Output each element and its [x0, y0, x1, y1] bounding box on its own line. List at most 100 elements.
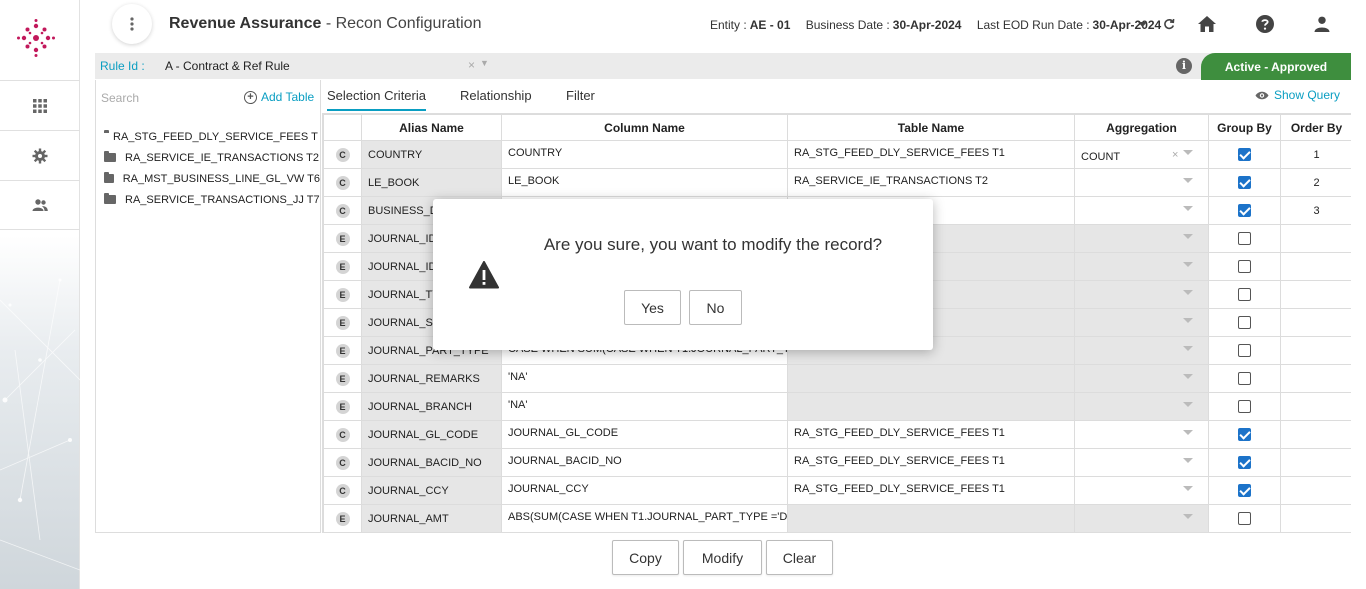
- aggregation-dropdown-icon[interactable]: [1183, 234, 1193, 239]
- aggregation-select[interactable]: [1074, 504, 1209, 532]
- order-by-cell[interactable]: [1280, 392, 1351, 421]
- rule-clear-icon[interactable]: ×: [468, 58, 475, 72]
- aggregation-select[interactable]: COUNT ×: [1074, 140, 1209, 169]
- aggregation-select[interactable]: [1074, 420, 1209, 449]
- table-tree-item[interactable]: RA_SERVICE_IE_TRANSACTIONS T2: [104, 147, 320, 168]
- aggregation-select[interactable]: [1074, 224, 1209, 253]
- settings-nav-button[interactable]: [0, 130, 80, 180]
- order-by-cell[interactable]: [1280, 420, 1351, 449]
- user-profile-button[interactable]: [1311, 13, 1333, 35]
- table-name-cell[interactable]: RA_SERVICE_IE_TRANSACTIONS T2: [787, 168, 1075, 197]
- alias-name-cell[interactable]: JOURNAL_CCY: [361, 476, 502, 505]
- copy-button[interactable]: Copy: [612, 540, 679, 575]
- group-by-checkbox[interactable]: [1238, 400, 1251, 413]
- alias-name-cell[interactable]: JOURNAL_BACID_NO: [361, 448, 502, 477]
- group-by-checkbox[interactable]: [1238, 372, 1251, 385]
- aggregation-dropdown-icon[interactable]: [1183, 458, 1193, 463]
- group-by-checkbox[interactable]: [1238, 512, 1251, 525]
- aggregation-dropdown-icon[interactable]: [1183, 262, 1193, 267]
- group-by-checkbox[interactable]: [1238, 176, 1251, 189]
- alias-name-cell[interactable]: JOURNAL_AMT: [361, 504, 502, 532]
- aggregation-dropdown-icon[interactable]: [1183, 178, 1193, 183]
- column-name-cell[interactable]: ABS(SUM(CASE WHEN T1.JOURNAL_PART_TYPE =…: [501, 504, 788, 532]
- aggregation-select[interactable]: [1074, 448, 1209, 477]
- alias-name-cell[interactable]: COUNTRY: [361, 140, 502, 169]
- table-name-cell[interactable]: RA_STG_FEED_DLY_SERVICE_FEES T1: [787, 420, 1075, 449]
- order-by-cell[interactable]: [1280, 308, 1351, 337]
- order-by-cell[interactable]: [1280, 224, 1351, 253]
- aggregation-dropdown-icon[interactable]: [1183, 514, 1193, 519]
- group-by-checkbox[interactable]: [1238, 316, 1251, 329]
- column-name-cell[interactable]: 'NA': [501, 364, 788, 393]
- alias-name-cell[interactable]: JOURNAL_GL_CODE: [361, 420, 502, 449]
- order-by-cell[interactable]: [1280, 252, 1351, 281]
- order-by-cell[interactable]: [1280, 448, 1351, 477]
- aggregation-select[interactable]: [1074, 476, 1209, 505]
- group-by-checkbox[interactable]: [1238, 484, 1251, 497]
- column-name-cell[interactable]: LE_BOOK: [501, 168, 788, 197]
- aggregation-select[interactable]: [1074, 364, 1209, 393]
- tab-relationship[interactable]: Relationship: [460, 88, 532, 103]
- order-by-cell[interactable]: [1280, 504, 1351, 532]
- more-menu-button[interactable]: [112, 4, 152, 44]
- aggregation-select[interactable]: [1074, 308, 1209, 337]
- confirm-no-button[interactable]: No: [689, 290, 742, 325]
- date-dropdown-button[interactable]: [1131, 13, 1153, 35]
- table-name-cell[interactable]: [787, 392, 1075, 421]
- home-button[interactable]: [1196, 13, 1218, 35]
- group-by-checkbox[interactable]: [1238, 204, 1251, 217]
- column-name-cell[interactable]: COUNTRY: [501, 140, 788, 169]
- table-search-input[interactable]: Search: [101, 91, 139, 105]
- table-name-cell[interactable]: RA_STG_FEED_DLY_SERVICE_FEES T1: [787, 140, 1075, 169]
- group-by-checkbox[interactable]: [1238, 260, 1251, 273]
- aggregation-dropdown-icon[interactable]: [1183, 374, 1193, 379]
- show-query-link[interactable]: Show Query: [1255, 88, 1340, 102]
- clear-button[interactable]: Clear: [766, 540, 833, 575]
- aggregation-dropdown-icon[interactable]: [1183, 486, 1193, 491]
- confirm-yes-button[interactable]: Yes: [624, 290, 681, 325]
- aggregation-select[interactable]: [1074, 168, 1209, 197]
- aggregation-dropdown-icon[interactable]: [1183, 346, 1193, 351]
- help-button[interactable]: [1254, 13, 1276, 35]
- table-tree-item[interactable]: RA_SERVICE_TRANSACTIONS_JJ T7: [104, 189, 320, 210]
- table-name-cell[interactable]: [787, 364, 1075, 393]
- aggregation-dropdown-icon[interactable]: [1183, 150, 1193, 155]
- alias-name-cell[interactable]: LE_BOOK: [361, 168, 502, 197]
- order-by-cell[interactable]: [1280, 280, 1351, 309]
- column-name-cell[interactable]: 'NA': [501, 392, 788, 421]
- order-by-cell[interactable]: 1: [1280, 140, 1351, 169]
- group-by-checkbox[interactable]: [1238, 288, 1251, 301]
- order-by-cell[interactable]: 3: [1280, 196, 1351, 225]
- alias-name-cell[interactable]: JOURNAL_REMARKS: [361, 364, 502, 393]
- users-nav-button[interactable]: [0, 180, 80, 230]
- aggregation-dropdown-icon[interactable]: [1183, 290, 1193, 295]
- rule-dropdown-icon[interactable]: ▼: [480, 58, 489, 68]
- group-by-checkbox[interactable]: [1238, 344, 1251, 357]
- add-table-button[interactable]: + Add Table: [244, 90, 314, 104]
- tab-selection-criteria[interactable]: Selection Criteria: [327, 88, 426, 111]
- table-name-cell[interactable]: RA_STG_FEED_DLY_SERVICE_FEES T1: [787, 448, 1075, 477]
- apps-grid-button[interactable]: [0, 80, 80, 130]
- column-name-cell[interactable]: JOURNAL_CCY: [501, 476, 788, 505]
- order-by-cell[interactable]: [1280, 364, 1351, 393]
- order-by-cell[interactable]: 2: [1280, 168, 1351, 197]
- aggregation-select[interactable]: [1074, 252, 1209, 281]
- group-by-checkbox[interactable]: [1238, 232, 1251, 245]
- group-by-checkbox[interactable]: [1238, 428, 1251, 441]
- aggregation-select[interactable]: [1074, 196, 1209, 225]
- table-name-cell[interactable]: [787, 504, 1075, 532]
- column-name-cell[interactable]: JOURNAL_BACID_NO: [501, 448, 788, 477]
- alias-name-cell[interactable]: JOURNAL_BRANCH: [361, 392, 502, 421]
- aggregation-dropdown-icon[interactable]: [1183, 430, 1193, 435]
- group-by-checkbox[interactable]: [1238, 456, 1251, 469]
- table-tree-item[interactable]: RA_STG_FEED_DLY_SERVICE_FEES T ...: [104, 126, 320, 147]
- modify-button[interactable]: Modify: [683, 540, 762, 575]
- aggregation-clear-icon[interactable]: ×: [1172, 149, 1178, 161]
- order-by-cell[interactable]: [1280, 336, 1351, 365]
- aggregation-dropdown-icon[interactable]: [1183, 402, 1193, 407]
- table-tree-item[interactable]: RA_MST_BUSINESS_LINE_GL_VW T6: [104, 168, 320, 189]
- aggregation-select[interactable]: [1074, 392, 1209, 421]
- table-name-cell[interactable]: RA_STG_FEED_DLY_SERVICE_FEES T1: [787, 476, 1075, 505]
- aggregation-select[interactable]: [1074, 280, 1209, 309]
- aggregation-dropdown-icon[interactable]: [1183, 206, 1193, 211]
